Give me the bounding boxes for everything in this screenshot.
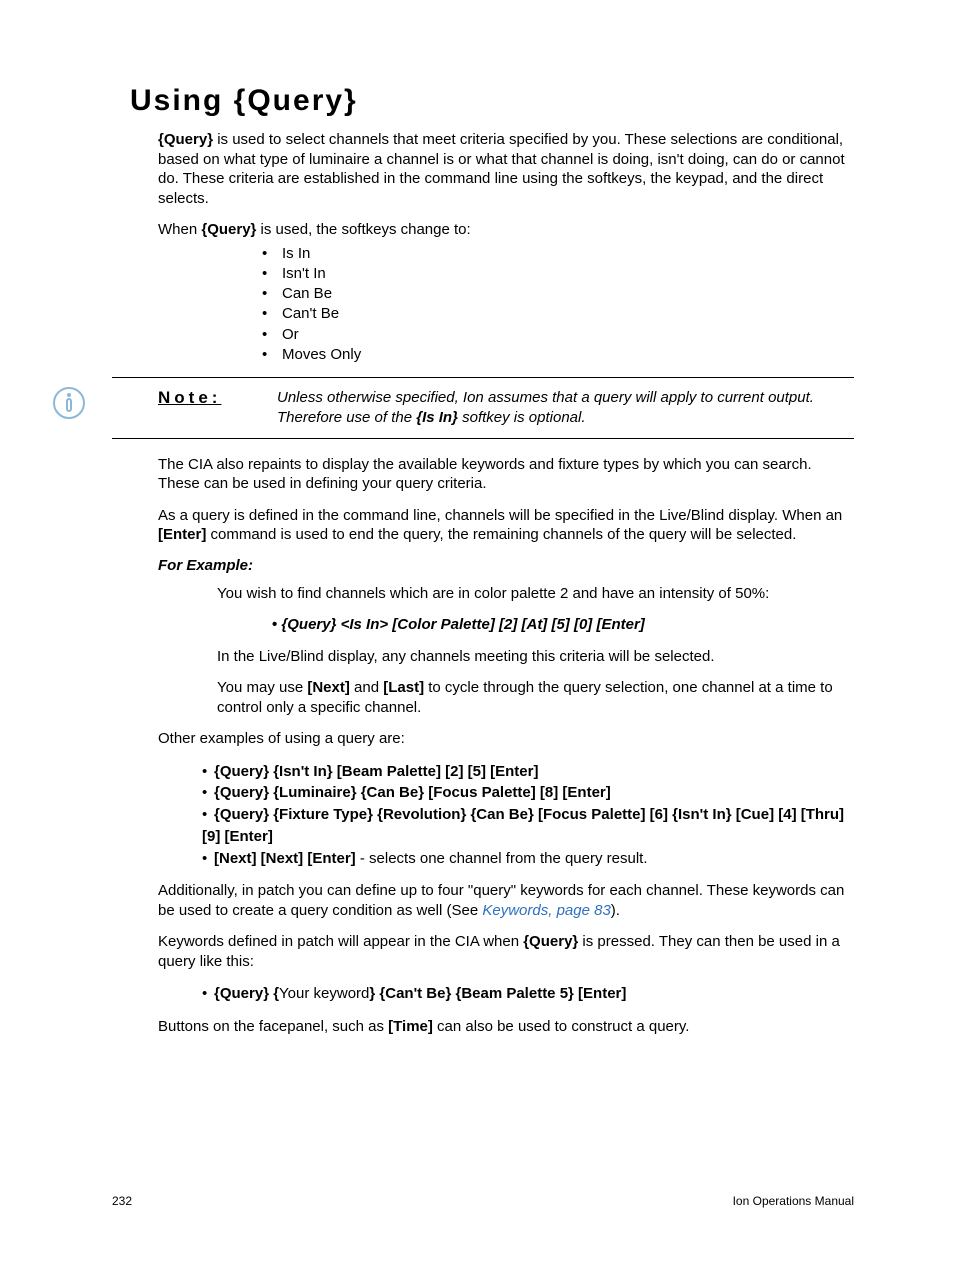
example-next-last: You may use [Next] and [Last] to cycle t… [217, 678, 854, 717]
text: Keywords defined in patch will appear in… [158, 933, 523, 950]
example-result: In the Live/Blind display, any channels … [217, 647, 854, 667]
link-keywords-page[interactable]: Keywords, page 83 [482, 902, 610, 919]
paragraph-when-query: When {Query} is used, the softkeys chang… [158, 220, 854, 240]
page-number: 232 [112, 1194, 132, 1208]
page-title: Using {Query} [130, 84, 854, 118]
paragraph-cia: The CIA also repaints to display the ava… [158, 455, 854, 494]
text-bold: [Next] [307, 679, 350, 696]
text-bold: [Last] [383, 679, 424, 696]
query-examples-list: {Query} {Isn't In} [Beam Palette] [2] [5… [202, 761, 854, 870]
doc-title: Ion Operations Manual [733, 1194, 854, 1208]
list-item: {Query} {Your keyword} {Can't Be} {Beam … [202, 983, 854, 1005]
text: is used to select channels that meet cri… [158, 131, 845, 207]
page-footer: 232 Ion Operations Manual [112, 1194, 854, 1208]
note-label: Note: [158, 388, 253, 428]
text-bold: {Query} {Isn't In} [Beam Palette] [2] [5… [214, 763, 538, 780]
text: Your keyword [279, 985, 369, 1002]
list-item: Can Be [262, 284, 854, 304]
text: ). [611, 902, 620, 919]
list-item: Is In [262, 244, 854, 264]
text: command is used to end the query, the re… [206, 526, 796, 543]
text-bold: [Time] [388, 1018, 433, 1035]
paragraph-other-examples: Other examples of using a query are: [158, 729, 854, 749]
note-block: Note: Unless otherwise specified, Ion as… [112, 377, 854, 439]
text-bold: {Is In} [416, 409, 458, 426]
text-bold: {Query} { [214, 985, 279, 1002]
text: You may use [217, 679, 307, 696]
list-item: Or [262, 325, 854, 345]
note-body: Unless otherwise specified, Ion assumes … [277, 388, 854, 428]
example-intro: You wish to find channels which are in c… [217, 584, 854, 604]
paragraph-intro: {Query} is used to select channels that … [158, 130, 854, 208]
info-icon [52, 386, 86, 420]
text-italic-bold: {Query} <Is In> [Color Palette] [2] [At]… [281, 616, 644, 633]
text-bold: {Query} {Luminaire} {Can Be} [Focus Pale… [214, 784, 611, 801]
softkey-list: Is In Isn't In Can Be Can't Be Or Moves … [262, 244, 854, 366]
text: Buttons on the facepanel, such as [158, 1018, 388, 1035]
text-bold: {Query} [201, 221, 256, 238]
paragraph-keywords-cia: Keywords defined in patch will appear in… [158, 932, 854, 971]
text-bold: } {Can't Be} {Beam Palette 5} [Enter] [369, 985, 626, 1002]
for-example-label: For Example: [158, 557, 854, 574]
text: is used, the softkeys change to: [256, 221, 470, 238]
text: and [350, 679, 383, 696]
text-bold: [Enter] [158, 526, 206, 543]
list-item: [Next] [Next] [Enter] - selects one chan… [202, 848, 854, 870]
text: - selects one channel from the query res… [356, 850, 648, 867]
text: • [272, 616, 281, 633]
paragraph-live-blind: As a query is defined in the command lin… [158, 506, 854, 545]
text: When [158, 221, 201, 238]
list-item: {Query} {Luminaire} {Can Be} [Focus Pale… [202, 782, 854, 804]
list-item: {Query} {Fixture Type} {Revolution} {Can… [202, 804, 854, 848]
paragraph-patch-keywords: Additionally, in patch you can define up… [158, 881, 854, 920]
text-bold: {Query} [523, 933, 578, 950]
text: softkey is optional. [458, 409, 586, 426]
list-item: {Query} {Isn't In} [Beam Palette] [2] [5… [202, 761, 854, 783]
text-bold: [Next] [Next] [Enter] [214, 850, 356, 867]
list-item: Moves Only [262, 345, 854, 365]
keyword-example-list: {Query} {Your keyword} {Can't Be} {Beam … [202, 983, 854, 1005]
list-item: Isn't In [262, 264, 854, 284]
paragraph-facepanel: Buttons on the facepanel, such as [Time]… [158, 1017, 854, 1037]
text-bold: {Query} [158, 131, 213, 148]
text-bold: {Query} {Fixture Type} {Revolution} {Can… [202, 806, 844, 845]
example-command: • {Query} <Is In> [Color Palette] [2] [A… [272, 615, 854, 635]
text: can also be used to construct a query. [433, 1018, 690, 1035]
list-item: Can't Be [262, 304, 854, 324]
text: As a query is defined in the command lin… [158, 507, 842, 524]
